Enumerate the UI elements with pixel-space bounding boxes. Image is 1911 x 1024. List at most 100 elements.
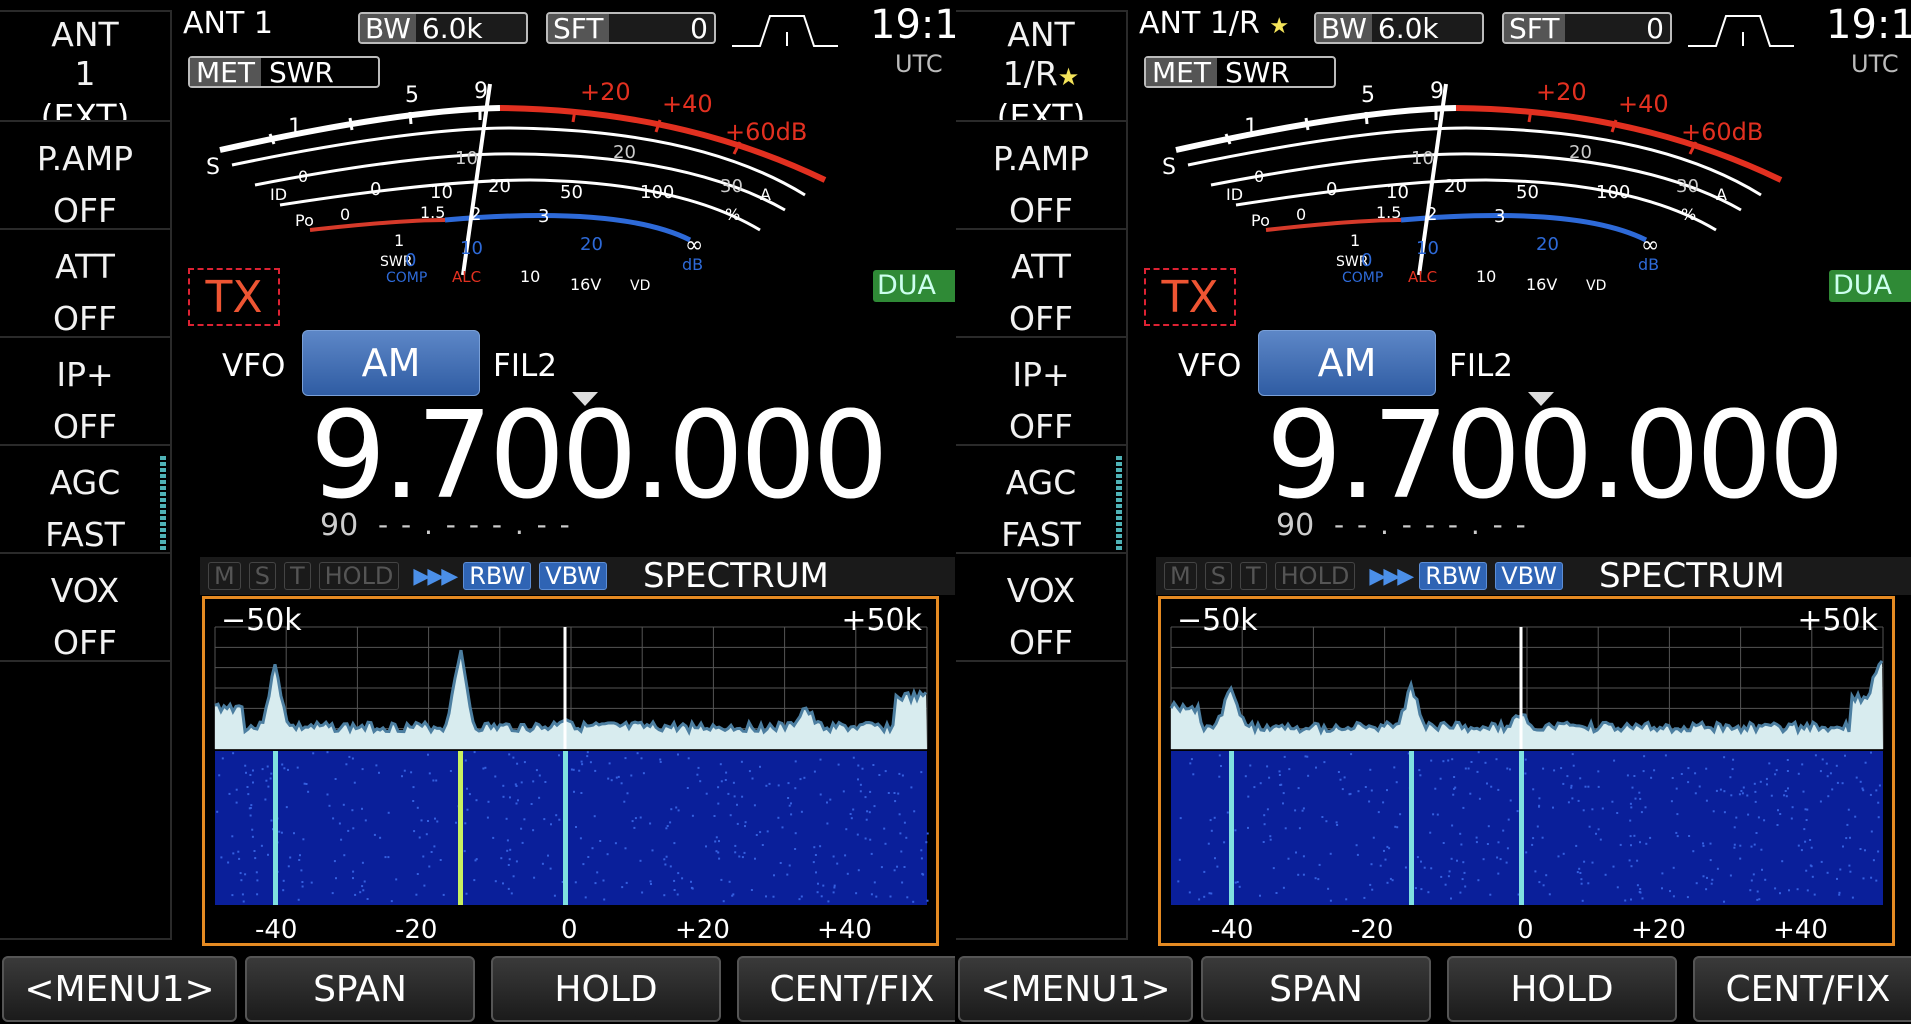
sub-readout-number: 90 [320,508,359,543]
x-tick-label: +40 [1773,915,1828,945]
ipplus-key-label: IP+ [56,355,114,394]
agc-level-bar [1116,456,1122,566]
svg-text:Po: Po [1251,211,1270,230]
svg-text:COMP: COMP [1342,270,1383,286]
empty-key [0,660,172,940]
menu1-button[interactable]: <MENU1> [2,956,237,1022]
x-tick-label: -40 [1211,915,1254,945]
pamp-key-label: P.AMP [36,139,134,178]
x-tick-label: +40 [817,915,872,945]
svg-text:0: 0 [340,205,350,224]
svg-text:%: % [1681,205,1696,224]
tag-s[interactable]: S [248,562,276,590]
filter-shape-icon[interactable] [1686,10,1796,48]
spectrum-title: SPECTRUM [642,556,829,596]
bw-value: 6.0k [421,11,483,45]
svg-text:+60dB: +60dB [725,118,807,146]
tag-hold[interactable]: HOLD [1274,562,1356,590]
spectrum-scope[interactable]: −50k +50k -40 -20 0 +20 +40 [1158,596,1895,946]
tag-t[interactable]: T [283,562,311,590]
tag-s[interactable]: S [1204,562,1232,590]
shift-indicator[interactable]: SFT 0 [546,12,716,45]
svg-text:30: 30 [720,176,743,197]
tag-m[interactable]: M [1164,562,1197,590]
svg-text:0: 0 [1254,167,1264,186]
menu1-button[interactable]: <MENU1> [958,956,1193,1022]
radio-screen-right: ANT 1/R★ (EXT) P.AMP OFF ATT OFF IP+ OFF… [956,0,1911,1024]
tag-rbw[interactable]: RBW [463,562,532,590]
svg-text:20: 20 [613,142,636,163]
softkey-bar: <MENU1> SPAN HOLD CENT/FIX [0,956,955,1024]
span-right-label: +50k [1797,603,1878,638]
hold-button[interactable]: HOLD [491,956,721,1022]
span-button[interactable]: SPAN [1201,956,1431,1022]
svg-text:100: 100 [1596,182,1630,203]
svg-text:10: 10 [455,148,478,169]
dualwatch-badge[interactable]: DUA [1829,270,1911,302]
vfo-label[interactable]: VFO [1178,348,1241,384]
att-key-label: ATT [1011,247,1071,286]
tx-indicator: TX [188,268,280,326]
ant-key-label: ANT [51,14,119,54]
tag-rbw[interactable]: RBW [1419,562,1488,590]
svg-text:50: 50 [560,182,583,203]
svg-text:1: 1 [394,231,404,250]
sub-readout-dashes: - - . - - - . - - [378,508,572,541]
svg-text:A: A [760,185,771,204]
speed-arrows-icon: ▶▶▶ [413,563,458,589]
vox-key-label: VOX [50,571,120,610]
tag-hold[interactable]: HOLD [318,562,400,590]
svg-text:9: 9 [474,79,488,104]
svg-text:100: 100 [640,182,674,203]
svg-text:0: 0 [370,179,381,200]
vfo-label[interactable]: VFO [222,348,285,384]
hold-button[interactable]: HOLD [1447,956,1677,1022]
svg-text:20: 20 [1536,234,1559,255]
svg-text:%: % [725,205,740,224]
cent-fix-button[interactable]: CENT/FIX [1693,956,1911,1022]
sft-key: SFT [548,12,609,45]
svg-text:ID: ID [270,185,287,204]
svg-text:1.5: 1.5 [1376,203,1401,222]
spectrum-waterfall-graph [1169,626,1884,905]
svg-text:20: 20 [1444,176,1467,197]
filter-shape-icon[interactable] [730,10,840,48]
span-button[interactable]: SPAN [245,956,475,1022]
s-label: S [1162,155,1176,180]
span-left-label: −50k [1177,603,1258,638]
s-label: S [206,155,220,180]
svg-text:ALC: ALC [1408,268,1437,286]
shift-indicator[interactable]: SFT 0 [1502,12,1672,45]
svg-text:VD: VD [630,278,650,294]
frequency-readout[interactable]: 9.700.000 [310,392,889,522]
tx-indicator: TX [1144,268,1236,326]
svg-text:0: 0 [298,167,308,186]
dualwatch-badge[interactable]: DUA [873,270,955,302]
spectrum-scope[interactable]: −50k +50k -40 -20 0 +20 +40 [202,596,939,946]
tag-vbw[interactable]: VBW [539,562,607,590]
svg-text:3: 3 [538,206,549,227]
svg-text:1: 1 [288,115,302,140]
bw-key: BW [360,12,416,45]
clock: 19:1 [1826,2,1911,48]
svg-text:dB: dB [1638,255,1659,274]
filter-label[interactable]: FIL2 [1449,348,1513,384]
span-left-label: −50k [221,603,302,638]
bandwidth-indicator[interactable]: BW 6.0k [358,11,528,45]
bandwidth-indicator[interactable]: BW 6.0k [1314,12,1484,45]
svg-text:10: 10 [1476,267,1496,286]
svg-text:2: 2 [1426,204,1437,225]
svg-text:COMP: COMP [386,270,427,286]
frequency-readout[interactable]: 9.700.000 [1266,392,1845,522]
svg-text:+60dB: +60dB [1681,118,1763,146]
function-key-column: ANT 1/R★ (EXT) P.AMP OFF ATT OFF IP+ OFF… [956,10,1128,940]
tag-vbw[interactable]: VBW [1495,562,1563,590]
tag-t[interactable]: T [1239,562,1267,590]
svg-text:10: 10 [520,267,540,286]
filter-label[interactable]: FIL2 [493,348,557,384]
cent-fix-button[interactable]: CENT/FIX [737,956,955,1022]
svg-text:10: 10 [1386,182,1409,203]
x-tick-label: +20 [1631,915,1686,945]
svg-text:1: 1 [1244,115,1258,140]
tag-m[interactable]: M [208,562,241,590]
